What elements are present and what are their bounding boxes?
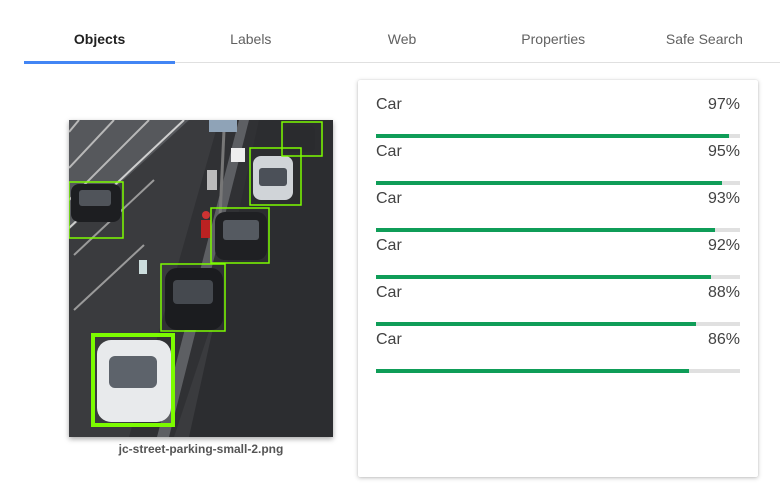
result-label: Car xyxy=(376,96,402,113)
result-item[interactable]: Car 95% xyxy=(376,143,740,185)
result-item[interactable]: Car 88% xyxy=(376,284,740,326)
result-score: 97% xyxy=(707,96,740,113)
confidence-track xyxy=(376,322,740,326)
tab-safe-search[interactable]: Safe Search xyxy=(629,16,780,62)
result-item[interactable]: Car 86% xyxy=(376,331,740,373)
confidence-bar xyxy=(376,181,722,185)
confidence-track xyxy=(376,181,740,185)
confidence-track xyxy=(376,275,740,279)
tab-properties[interactable]: Properties xyxy=(478,16,629,62)
tab-bar: Objects Labels Web Properties Safe Searc… xyxy=(24,16,780,64)
confidence-bar xyxy=(376,134,730,138)
confidence-track xyxy=(376,134,740,138)
confidence-bar xyxy=(376,369,690,373)
analyzed-image xyxy=(69,120,333,437)
confidence-bar xyxy=(376,228,715,232)
confidence-bar xyxy=(376,322,697,326)
confidence-track xyxy=(376,369,740,373)
result-item[interactable]: Car 92% xyxy=(376,237,740,279)
tab-web[interactable]: Web xyxy=(326,16,477,62)
result-score: 92% xyxy=(707,237,740,254)
result-label: Car xyxy=(376,143,402,160)
result-label: Car xyxy=(376,190,402,207)
street-parking-photo xyxy=(69,120,333,437)
image-filename: jc-street-parking-small-2.png xyxy=(118,442,284,456)
result-label: Car xyxy=(376,237,402,254)
result-label: Car xyxy=(376,331,402,348)
result-score: 95% xyxy=(707,143,740,160)
result-score: 86% xyxy=(707,331,740,348)
tab-labels[interactable]: Labels xyxy=(175,16,326,62)
confidence-track xyxy=(376,228,740,232)
result-label: Car xyxy=(376,284,402,301)
tab-objects[interactable]: Objects xyxy=(24,16,176,64)
result-score: 93% xyxy=(707,190,740,207)
result-score: 88% xyxy=(707,284,740,301)
result-item[interactable]: Car 93% xyxy=(376,190,740,232)
objects-results-card: Car 97% Car 95% Car 93% Car 92% Car 88% … xyxy=(358,80,758,477)
confidence-bar xyxy=(376,275,711,279)
result-item[interactable]: Car 97% xyxy=(376,96,740,138)
